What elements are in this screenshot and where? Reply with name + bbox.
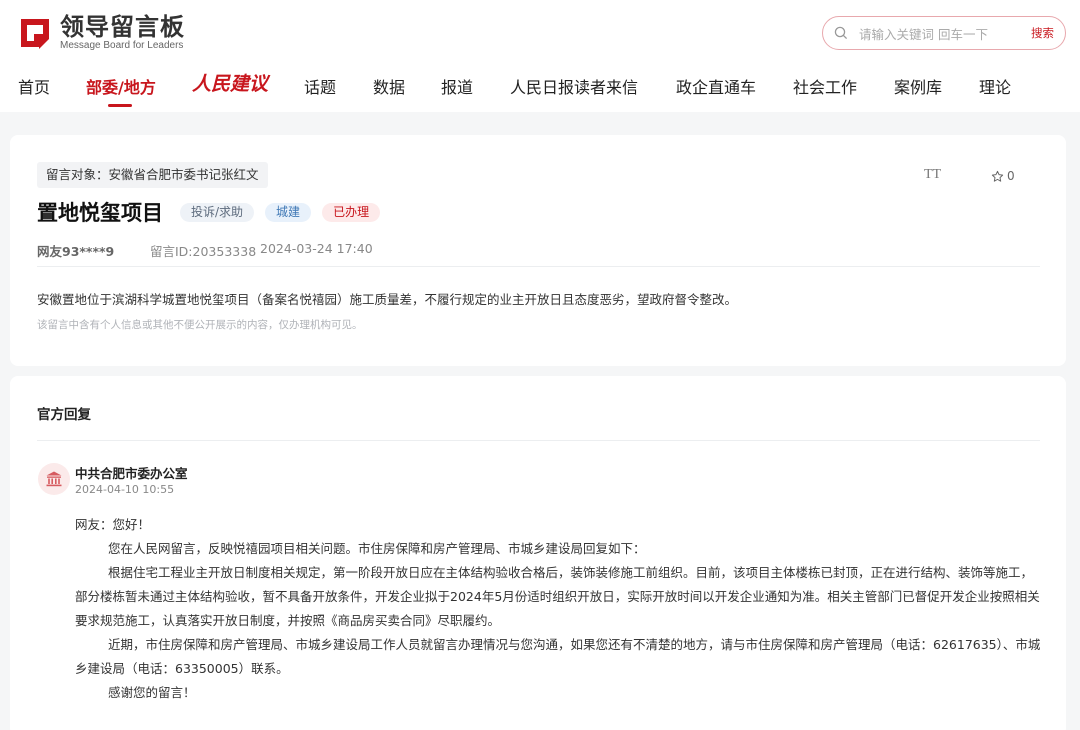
- search-box: 搜索: [822, 16, 1066, 50]
- nav-enterprise-express[interactable]: 政企直通车: [676, 74, 756, 98]
- logo-title: 领导留言板: [60, 13, 185, 41]
- nav-people-suggestions[interactable]: 人民建议: [192, 69, 268, 96]
- nav-reader-letters[interactable]: 人民日报读者来信: [510, 74, 638, 98]
- message-time: 2024-03-24 17:40: [260, 241, 373, 256]
- nav-reports[interactable]: 报道: [441, 74, 473, 98]
- reply-thanks: 感谢您的留言！: [108, 685, 196, 700]
- reply-greeting: 网友：您好！: [75, 517, 151, 532]
- search-icon: [834, 26, 848, 40]
- reply-paragraph: 根据住宅工程业主开放日制度相关规定，第一阶段开放日应在主体结构验收合格后，装饰装…: [75, 565, 1040, 628]
- message-id: 留言ID:20353338: [150, 244, 257, 259]
- reply-heading: 官方回复: [37, 407, 91, 423]
- search-input[interactable]: [859, 24, 1009, 44]
- nav-ministries-local[interactable]: 部委/地方: [86, 74, 156, 98]
- message-target: 留言对象：安徽省合肥市委书记张红文: [37, 162, 268, 188]
- divider: [37, 440, 1040, 441]
- nav-home[interactable]: 首页: [18, 74, 50, 98]
- nav-topics[interactable]: 话题: [304, 74, 336, 98]
- star-icon: [991, 170, 1004, 182]
- logo[interactable]: 领导留言板 Message Board for Leaders: [17, 14, 185, 52]
- reply-time: 2024-04-10 10:55: [75, 483, 175, 496]
- font-size-icon[interactable]: TT: [924, 167, 941, 183]
- main-nav: 首页 部委/地方 人民建议 话题 数据 报道 人民日报读者来信 政企直通车 社会…: [0, 73, 1080, 104]
- reply-paragraph: 您在人民网留言，反映悦禧园项目相关问题。市住房保障和房产管理局、市城乡建设局回复…: [108, 541, 646, 556]
- reply-paragraph: 近期，市住房保障和房产管理局、市城乡建设局工作人员就留言办理情况与您沟通，如果您…: [75, 637, 1041, 676]
- favorite-button[interactable]: 0: [991, 169, 1015, 183]
- divider: [37, 266, 1040, 267]
- logo-subtitle: Message Board for Leaders: [60, 40, 184, 51]
- top-bar: 领导留言板 Message Board for Leaders 搜索 首页 部委…: [0, 0, 1080, 112]
- message-card: 留言对象：安徽省合肥市委书记张红文 置地悦玺项目 投诉/求助 城建 已办理 TT…: [10, 135, 1066, 366]
- reply-card: 官方回复 中共合肥市委办公室 2024-04-10 10:55 网友：您好！ 您…: [10, 376, 1066, 730]
- nav-social-work[interactable]: 社会工作: [793, 74, 857, 98]
- nav-case-library[interactable]: 案例库: [894, 74, 942, 98]
- search-button[interactable]: 搜索: [1031, 25, 1054, 41]
- government-building-icon: [38, 463, 70, 495]
- message-body: 安徽置地位于滨湖科学城置地悦玺项目（备案名悦禧园）施工质量差，不履行规定的业主开…: [37, 292, 738, 307]
- logo-mark-icon: [17, 15, 53, 51]
- nav-theory[interactable]: 理论: [979, 74, 1011, 98]
- message-user: 网友93****9: [37, 244, 115, 259]
- message-title: 置地悦玺项目: [37, 201, 163, 225]
- favorite-count: 0: [1007, 169, 1015, 183]
- badge-field: 城建: [265, 203, 312, 222]
- badge-category: 投诉/求助: [180, 203, 255, 222]
- privacy-note: 该留言中含有个人信息或其他不便公开展示的内容，仅办理机构可见。: [37, 319, 363, 331]
- reply-body: 网友：您好！ 您在人民网留言，反映悦禧园项目相关问题。市住房保障和房产管理局、市…: [75, 513, 1041, 705]
- nav-active-indicator: [108, 104, 132, 107]
- badge-status: 已办理: [322, 203, 381, 222]
- reply-org-name: 中共合肥市委办公室: [75, 466, 188, 481]
- nav-data[interactable]: 数据: [373, 74, 405, 98]
- message-badges: 投诉/求助 城建 已办理: [180, 203, 391, 222]
